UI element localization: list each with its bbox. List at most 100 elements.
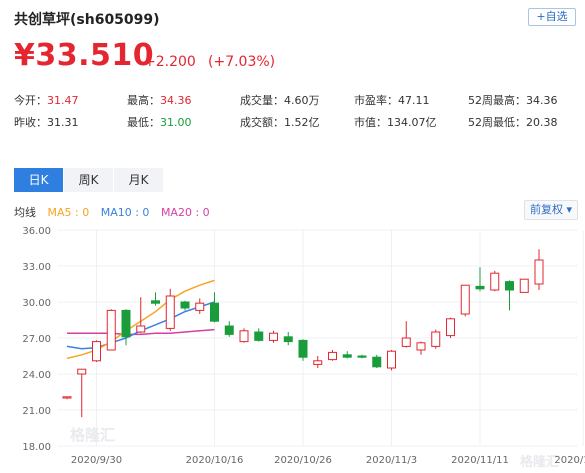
- candle-body-up: [431, 331, 441, 347]
- stock-title: 共创草坪(sh605099): [14, 12, 160, 28]
- x-tick-label: 2020/11/3: [366, 455, 417, 466]
- candle-body-down: [342, 354, 352, 358]
- candle-body-up: [446, 318, 455, 337]
- stat-prev-close: 昨收：31.31: [14, 114, 79, 130]
- tab-daily-k[interactable]: 日K: [14, 168, 64, 192]
- candle: [519, 278, 529, 293]
- candle-body-up: [136, 325, 146, 333]
- candle: [239, 328, 249, 343]
- x-tick-label: 2020/10/16: [186, 455, 244, 466]
- candle-body-up: [460, 284, 470, 315]
- stat-volume: 成交量：4.60万: [240, 92, 320, 108]
- stat-open-label: 今开：: [14, 94, 47, 107]
- stat-turnover: 成交额：1.52亿: [240, 114, 320, 130]
- candle: [165, 288, 175, 331]
- candle-body-down: [151, 300, 160, 304]
- candle: [269, 330, 278, 343]
- add-watchlist-button[interactable]: +自选: [528, 8, 576, 26]
- stat-52w-high-value: 34.36: [526, 94, 558, 107]
- stat-high: 最高：34.36: [127, 92, 192, 108]
- candle: [431, 329, 441, 349]
- ma-legend-prefix: 均线: [14, 206, 36, 219]
- y-tick-label: 36.00: [22, 226, 51, 237]
- candle: [283, 332, 293, 346]
- candle-body-down: [254, 331, 264, 341]
- candle: [372, 354, 382, 368]
- y-tick-label: 30.00: [22, 298, 51, 309]
- candle: [224, 321, 234, 337]
- candle-body-down: [298, 339, 308, 358]
- x-tick-label: 2020/9/30: [71, 455, 122, 466]
- candle: [210, 292, 219, 323]
- tab-weekly-k[interactable]: 周K: [64, 168, 114, 192]
- ma10-legend: MA10 : 0: [100, 206, 150, 219]
- stat-prev-close-value: 31.31: [47, 116, 79, 129]
- stat-market-cap-label: 市值：: [354, 116, 387, 129]
- candle-body-down: [372, 356, 382, 368]
- stat-volume-value: 4.60万: [284, 94, 320, 107]
- x-tick-label: 2020/11/18: [554, 455, 585, 466]
- stat-52w-low-label: 52周最低：: [468, 116, 526, 129]
- candle-body-up: [62, 396, 72, 399]
- candle-body-up: [77, 368, 87, 375]
- candle: [401, 321, 411, 348]
- y-tick-label: 24.00: [22, 370, 51, 381]
- current-price: ¥33.510: [14, 38, 155, 73]
- stat-prev-close-label: 昨收：: [14, 116, 47, 129]
- candle: [121, 309, 131, 346]
- candle-body-down: [283, 336, 293, 343]
- tab-monthly-k[interactable]: 月K: [114, 168, 164, 192]
- candle-body-up: [490, 272, 500, 291]
- watermark-logo: 格隆汇: [520, 454, 559, 470]
- stat-52w-high: 52周最高：34.36: [468, 92, 558, 108]
- stat-pe-label: 市盈率：: [354, 94, 398, 107]
- candle: [460, 284, 470, 317]
- period-tabs: 日K 周K 月K: [14, 168, 164, 192]
- stat-pe-value: 47.11: [398, 94, 430, 107]
- candle-body-down: [475, 285, 485, 290]
- y-tick-label: 33.00: [22, 262, 51, 273]
- stat-low-label: 最低：: [127, 116, 160, 129]
- candle-body-up: [239, 330, 249, 343]
- candle: [62, 396, 72, 400]
- candle-body-up: [519, 278, 529, 293]
- stat-volume-label: 成交量：: [240, 94, 284, 107]
- candle-body-up: [269, 332, 278, 341]
- ma-legend: 均线 MA5 : 0 MA10 : 0 MA20 : 0: [14, 204, 218, 220]
- candle: [490, 270, 500, 292]
- candle: [416, 341, 426, 355]
- price-adjust-dropdown[interactable]: 前复权 ▾: [524, 200, 578, 220]
- candle-body-down: [121, 309, 131, 338]
- candle-body-up: [416, 342, 426, 351]
- candle: [534, 249, 544, 290]
- stat-low-value: 31.00: [160, 116, 192, 129]
- stat-52w-low-value: 20.38: [526, 116, 558, 129]
- y-tick-label: 21.00: [22, 406, 51, 417]
- stat-52w-low: 52周最低：20.38: [468, 114, 558, 130]
- ma5-legend: MA5 : 0: [47, 206, 90, 219]
- candle-body-up: [92, 341, 101, 362]
- stat-turnover-label: 成交额：: [240, 116, 284, 129]
- candle-body-up: [165, 295, 175, 329]
- candle: [298, 339, 308, 361]
- candle: [180, 300, 190, 311]
- candle: [151, 292, 160, 306]
- stat-high-label: 最高：: [127, 94, 160, 107]
- stat-open-value: 31.47: [47, 94, 79, 107]
- candle: [357, 354, 367, 359]
- x-tick-label: 2020/10/26: [274, 455, 332, 466]
- stat-pe: 市盈率：47.11: [354, 92, 430, 108]
- candle-body-up: [313, 360, 323, 365]
- y-tick-label: 18.00: [22, 442, 51, 453]
- stat-turnover-value: 1.52亿: [284, 116, 320, 129]
- candle: [505, 280, 514, 311]
- y-tick-label: 27.00: [22, 334, 51, 345]
- candle: [342, 351, 352, 359]
- candle-body-up: [534, 259, 544, 285]
- candle-body-up: [106, 309, 116, 351]
- candle-body-down: [210, 302, 219, 322]
- candle-body-up: [195, 302, 205, 311]
- stat-market-cap-value: 134.07亿: [387, 116, 437, 129]
- kline-chart[interactable]: 格隆汇格隆汇 36.0033.0030.0027.0024.0021.0018.…: [0, 220, 585, 473]
- candle-body-down: [180, 301, 190, 309]
